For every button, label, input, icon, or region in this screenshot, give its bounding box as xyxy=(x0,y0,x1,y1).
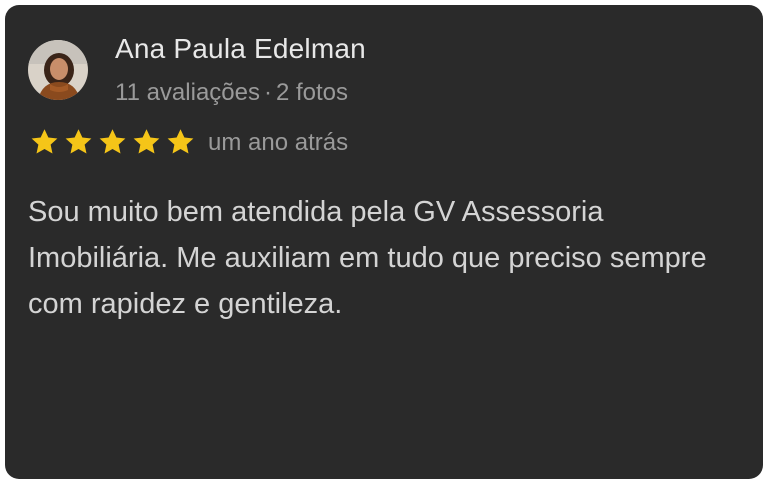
star-icon xyxy=(99,129,126,154)
author-meta: 11 avaliações · 2 fotos xyxy=(115,79,348,107)
star-icon xyxy=(31,129,58,154)
review-text: Sou muito bem atendida pela GV Assessori… xyxy=(28,196,707,320)
avatar[interactable] xyxy=(28,40,88,100)
review-card: Ana Paula Edelman 11 avaliações · 2 fotos … xyxy=(5,5,763,479)
star-icon xyxy=(65,129,92,154)
review-count: 11 avaliações xyxy=(115,79,260,106)
star-rating xyxy=(29,127,196,157)
author-name[interactable]: Ana Paula Edelman xyxy=(115,33,366,65)
review-time: um ano atrás xyxy=(208,129,349,156)
photo-count: 2 fotos xyxy=(275,79,349,106)
meta-separator: · xyxy=(263,79,272,106)
star-icon xyxy=(133,129,160,154)
star-icon xyxy=(167,129,194,154)
